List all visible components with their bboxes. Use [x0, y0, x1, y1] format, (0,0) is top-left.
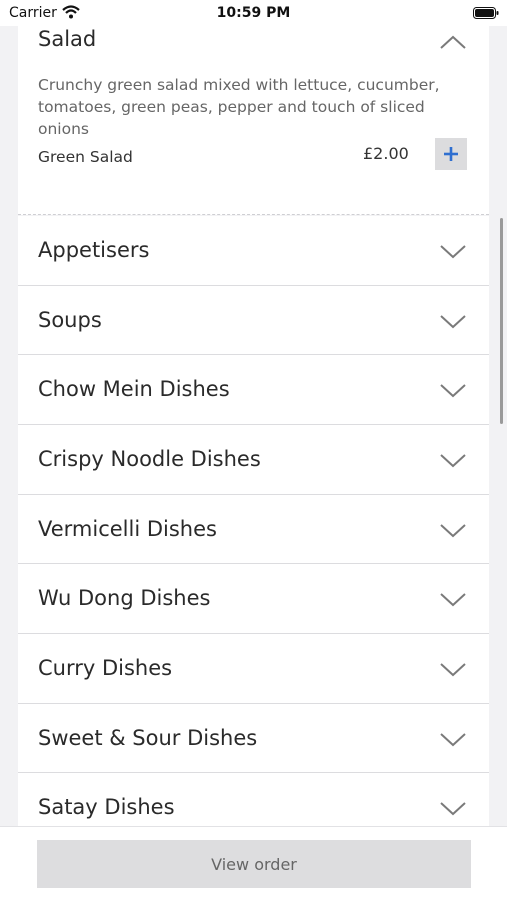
- menu-item-price: £2.00: [363, 144, 409, 163]
- category-title[interactable]: Salad: [38, 27, 96, 51]
- category-label: Sweet & Sour Dishes: [38, 726, 258, 750]
- chevron-down-icon: [440, 454, 466, 468]
- category-row[interactable]: Sweet & Sour Dishes: [18, 704, 489, 773]
- footer-bar: View order: [0, 826, 507, 901]
- add-item-button[interactable]: [435, 138, 467, 170]
- category-label: Appetisers: [38, 238, 150, 262]
- menu-item-name: Green Salad: [38, 148, 133, 166]
- category-label: Satay Dishes: [38, 795, 175, 819]
- scrollbar[interactable]: [500, 218, 503, 424]
- chevron-down-icon: [440, 245, 466, 259]
- battery-icon: [473, 7, 499, 19]
- chevron-down-icon: [440, 802, 466, 816]
- category-description: Crunchy green salad mixed with lettuce, …: [38, 76, 440, 138]
- chevron-down-icon: [440, 593, 466, 607]
- category-label: Crispy Noodle Dishes: [38, 447, 261, 471]
- category-row[interactable]: Wu Dong Dishes: [18, 564, 489, 634]
- chevron-down-icon: [440, 733, 466, 747]
- chevron-down-icon: [440, 524, 466, 538]
- view-order-button[interactable]: View order: [37, 840, 471, 888]
- category-row[interactable]: Appetisers: [18, 216, 489, 286]
- category-card-salad: Salad Crunchy green salad mixed with let…: [18, 0, 489, 215]
- category-label: Curry Dishes: [38, 656, 173, 680]
- chevron-up-icon[interactable]: [439, 34, 467, 50]
- category-label: Chow Mein Dishes: [38, 377, 230, 401]
- category-row[interactable]: Crispy Noodle Dishes: [18, 425, 489, 495]
- category-row[interactable]: Chow Mein Dishes: [18, 355, 489, 425]
- status-bar: Carrier 10:59 PM: [0, 0, 507, 26]
- category-row[interactable]: Vermicelli Dishes: [18, 495, 489, 564]
- clock: 10:59 PM: [216, 5, 291, 21]
- chevron-down-icon: [440, 663, 466, 677]
- category-row[interactable]: Curry Dishes: [18, 634, 489, 704]
- category-label: Vermicelli Dishes: [38, 517, 217, 541]
- plus-icon: [444, 147, 458, 161]
- category-label: Soups: [38, 308, 102, 332]
- chevron-down-icon: [440, 315, 466, 329]
- chevron-down-icon: [440, 384, 466, 398]
- category-label: Wu Dong Dishes: [38, 586, 211, 610]
- category-row[interactable]: Soups: [18, 286, 489, 355]
